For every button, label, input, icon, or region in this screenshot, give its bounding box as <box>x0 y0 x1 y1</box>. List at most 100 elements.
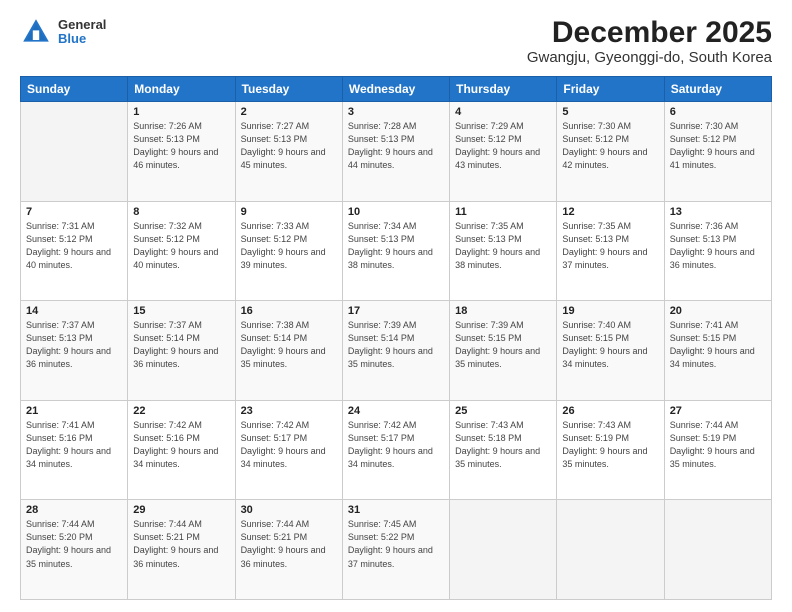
day-info: Sunrise: 7:44 AMSunset: 5:19 PMDaylight:… <box>670 419 766 471</box>
day-number: 31 <box>348 504 444 516</box>
calendar-day-cell: 2Sunrise: 7:27 AMSunset: 5:13 PMDaylight… <box>235 102 342 202</box>
weekday-header-cell: Thursday <box>450 77 557 102</box>
calendar-week-row: 7Sunrise: 7:31 AMSunset: 5:12 PMDaylight… <box>21 201 772 301</box>
day-info: Sunrise: 7:45 AMSunset: 5:22 PMDaylight:… <box>348 518 444 570</box>
calendar-day-cell: 25Sunrise: 7:43 AMSunset: 5:18 PMDayligh… <box>450 400 557 500</box>
calendar-day-cell: 17Sunrise: 7:39 AMSunset: 5:14 PMDayligh… <box>342 301 449 401</box>
calendar-day-cell <box>21 102 128 202</box>
day-info: Sunrise: 7:34 AMSunset: 5:13 PMDaylight:… <box>348 220 444 272</box>
day-number: 6 <box>670 106 766 118</box>
calendar-day-cell: 3Sunrise: 7:28 AMSunset: 5:13 PMDaylight… <box>342 102 449 202</box>
day-info: Sunrise: 7:44 AMSunset: 5:21 PMDaylight:… <box>241 518 337 570</box>
calendar-week-row: 21Sunrise: 7:41 AMSunset: 5:16 PMDayligh… <box>21 400 772 500</box>
logo: General Blue <box>20 16 106 48</box>
calendar-day-cell <box>557 500 664 600</box>
calendar-day-cell: 7Sunrise: 7:31 AMSunset: 5:12 PMDaylight… <box>21 201 128 301</box>
day-number: 16 <box>241 305 337 317</box>
day-number: 26 <box>562 405 658 417</box>
day-info: Sunrise: 7:44 AMSunset: 5:20 PMDaylight:… <box>26 518 122 570</box>
weekday-header-row: SundayMondayTuesdayWednesdayThursdayFrid… <box>21 77 772 102</box>
calendar-day-cell: 30 Sunrise: 7:44 AMSunset: 5:21 PMDayligh… <box>235 500 342 600</box>
logo-icon <box>20 16 52 48</box>
day-info: Sunrise: 7:39 AMSunset: 5:14 PMDaylight:… <box>348 319 444 371</box>
day-info: Sunrise: 7:41 AMSunset: 5:15 PMDaylight:… <box>670 319 766 371</box>
header: General Blue December 2025 Gwangju, Gyeo… <box>20 16 772 66</box>
weekday-header-cell: Friday <box>557 77 664 102</box>
day-number: 18 <box>455 305 551 317</box>
day-info: Sunrise: 7:37 AMSunset: 5:14 PMDaylight:… <box>133 319 229 371</box>
day-number: 11 <box>455 206 551 218</box>
page: General Blue December 2025 Gwangju, Gyeo… <box>0 0 792 612</box>
day-number: 19 <box>562 305 658 317</box>
day-info: Sunrise: 7:42 AMSunset: 5:17 PMDaylight:… <box>241 419 337 471</box>
day-info: Sunrise: 7:40 AMSunset: 5:15 PMDaylight:… <box>562 319 658 371</box>
day-info: Sunrise: 7:37 AMSunset: 5:13 PMDaylight:… <box>26 319 122 371</box>
calendar-subtitle: Gwangju, Gyeonggi-do, South Korea <box>527 49 772 66</box>
day-number: 22 <box>133 405 229 417</box>
day-info: Sunrise: 7:35 AMSunset: 5:13 PMDaylight:… <box>562 220 658 272</box>
calendar-day-cell: 20 Sunrise: 7:41 AMSunset: 5:15 PMDayligh… <box>664 301 771 401</box>
calendar-day-cell: 28 Sunrise: 7:44 AMSunset: 5:20 PMDayligh… <box>21 500 128 600</box>
calendar-day-cell <box>664 500 771 600</box>
logo-general-text: General <box>58 18 106 32</box>
calendar-day-cell: 18Sunrise: 7:39 AMSunset: 5:15 PMDayligh… <box>450 301 557 401</box>
day-info: Sunrise: 7:36 AMSunset: 5:13 PMDaylight:… <box>670 220 766 272</box>
logo-text: General Blue <box>58 18 106 47</box>
weekday-header-cell: Saturday <box>664 77 771 102</box>
calendar-day-cell: 31 Sunrise: 7:45 AMSunset: 5:22 PMDayligh… <box>342 500 449 600</box>
day-number: 15 <box>133 305 229 317</box>
calendar-day-cell: 13 Sunrise: 7:36 AMSunset: 5:13 PMDayligh… <box>664 201 771 301</box>
day-info: Sunrise: 7:33 AMSunset: 5:12 PMDaylight:… <box>241 220 337 272</box>
calendar-day-cell: 6 Sunrise: 7:30 AMSunset: 5:12 PMDaylight… <box>664 102 771 202</box>
day-number: 5 <box>562 106 658 118</box>
calendar-day-cell: 27 Sunrise: 7:44 AMSunset: 5:19 PMDayligh… <box>664 400 771 500</box>
calendar-day-cell: 12 Sunrise: 7:35 AMSunset: 5:13 PMDayligh… <box>557 201 664 301</box>
day-number: 1 <box>133 106 229 118</box>
day-number: 2 <box>241 106 337 118</box>
day-number: 25 <box>455 405 551 417</box>
day-number: 4 <box>455 106 551 118</box>
calendar-day-cell: 5Sunrise: 7:30 AMSunset: 5:12 PMDaylight… <box>557 102 664 202</box>
calendar-day-cell: 26Sunrise: 7:43 AMSunset: 5:19 PMDayligh… <box>557 400 664 500</box>
day-info: Sunrise: 7:38 AMSunset: 5:14 PMDaylight:… <box>241 319 337 371</box>
day-info: Sunrise: 7:42 AMSunset: 5:16 PMDaylight:… <box>133 419 229 471</box>
day-info: Sunrise: 7:30 AMSunset: 5:12 PMDaylight:… <box>670 120 766 172</box>
calendar-week-row: 28 Sunrise: 7:44 AMSunset: 5:20 PMDayligh… <box>21 500 772 600</box>
calendar-day-cell: 19 Sunrise: 7:40 AMSunset: 5:15 PMDayligh… <box>557 301 664 401</box>
calendar-day-cell: 16 Sunrise: 7:38 AMSunset: 5:14 PMDayligh… <box>235 301 342 401</box>
day-info: Sunrise: 7:41 AMSunset: 5:16 PMDaylight:… <box>26 419 122 471</box>
calendar-day-cell: 23 Sunrise: 7:42 AMSunset: 5:17 PMDayligh… <box>235 400 342 500</box>
day-info: Sunrise: 7:35 AMSunset: 5:13 PMDaylight:… <box>455 220 551 272</box>
calendar-body: 1Sunrise: 7:26 AMSunset: 5:13 PMDaylight… <box>21 102 772 600</box>
day-number: 20 <box>670 305 766 317</box>
day-number: 29 <box>133 504 229 516</box>
weekday-header-cell: Monday <box>128 77 235 102</box>
day-info: Sunrise: 7:44 AMSunset: 5:21 PMDaylight:… <box>133 518 229 570</box>
day-number: 8 <box>133 206 229 218</box>
day-number: 13 <box>670 206 766 218</box>
logo-blue-text: Blue <box>58 32 106 46</box>
day-number: 14 <box>26 305 122 317</box>
day-info: Sunrise: 7:31 AMSunset: 5:12 PMDaylight:… <box>26 220 122 272</box>
day-number: 23 <box>241 405 337 417</box>
calendar-day-cell: 24Sunrise: 7:42 AMSunset: 5:17 PMDayligh… <box>342 400 449 500</box>
calendar-week-row: 14 Sunrise: 7:37 AMSunset: 5:13 PMDayligh… <box>21 301 772 401</box>
calendar-day-cell: 8Sunrise: 7:32 AMSunset: 5:12 PMDaylight… <box>128 201 235 301</box>
day-number: 12 <box>562 206 658 218</box>
day-number: 3 <box>348 106 444 118</box>
calendar-day-cell: 4Sunrise: 7:29 AMSunset: 5:12 PMDaylight… <box>450 102 557 202</box>
calendar-table: SundayMondayTuesdayWednesdayThursdayFrid… <box>20 76 772 600</box>
calendar-day-cell: 14 Sunrise: 7:37 AMSunset: 5:13 PMDayligh… <box>21 301 128 401</box>
calendar-day-cell: 22 Sunrise: 7:42 AMSunset: 5:16 PMDayligh… <box>128 400 235 500</box>
calendar-day-cell: 10Sunrise: 7:34 AMSunset: 5:13 PMDayligh… <box>342 201 449 301</box>
calendar-title: December 2025 <box>527 16 772 49</box>
weekday-header-cell: Wednesday <box>342 77 449 102</box>
calendar-week-row: 1Sunrise: 7:26 AMSunset: 5:13 PMDaylight… <box>21 102 772 202</box>
day-number: 27 <box>670 405 766 417</box>
calendar-day-cell <box>450 500 557 600</box>
calendar-day-cell: 9 Sunrise: 7:33 AMSunset: 5:12 PMDaylight… <box>235 201 342 301</box>
day-number: 30 <box>241 504 337 516</box>
day-number: 9 <box>241 206 337 218</box>
day-number: 28 <box>26 504 122 516</box>
title-block: December 2025 Gwangju, Gyeonggi-do, Sout… <box>527 16 772 66</box>
